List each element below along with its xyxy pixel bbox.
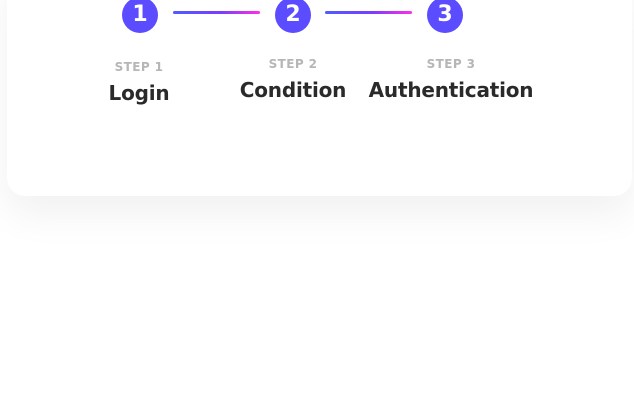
step-1-number: 1 [132,2,148,27]
step-3-meta[interactable]: STEP 3 Authentication [346,58,556,101]
step-3-number: 3 [437,2,453,27]
page: 1 2 3 STEP 1 Login STEP 2 Condition STEP… [0,0,634,418]
step-2-number: 2 [285,2,301,27]
step-3-title: Authentication [368,78,534,102]
step-3-kicker: STEP 3 [426,57,476,71]
stepper: 1 2 3 STEP 1 Login STEP 2 Condition STEP… [0,0,634,418]
